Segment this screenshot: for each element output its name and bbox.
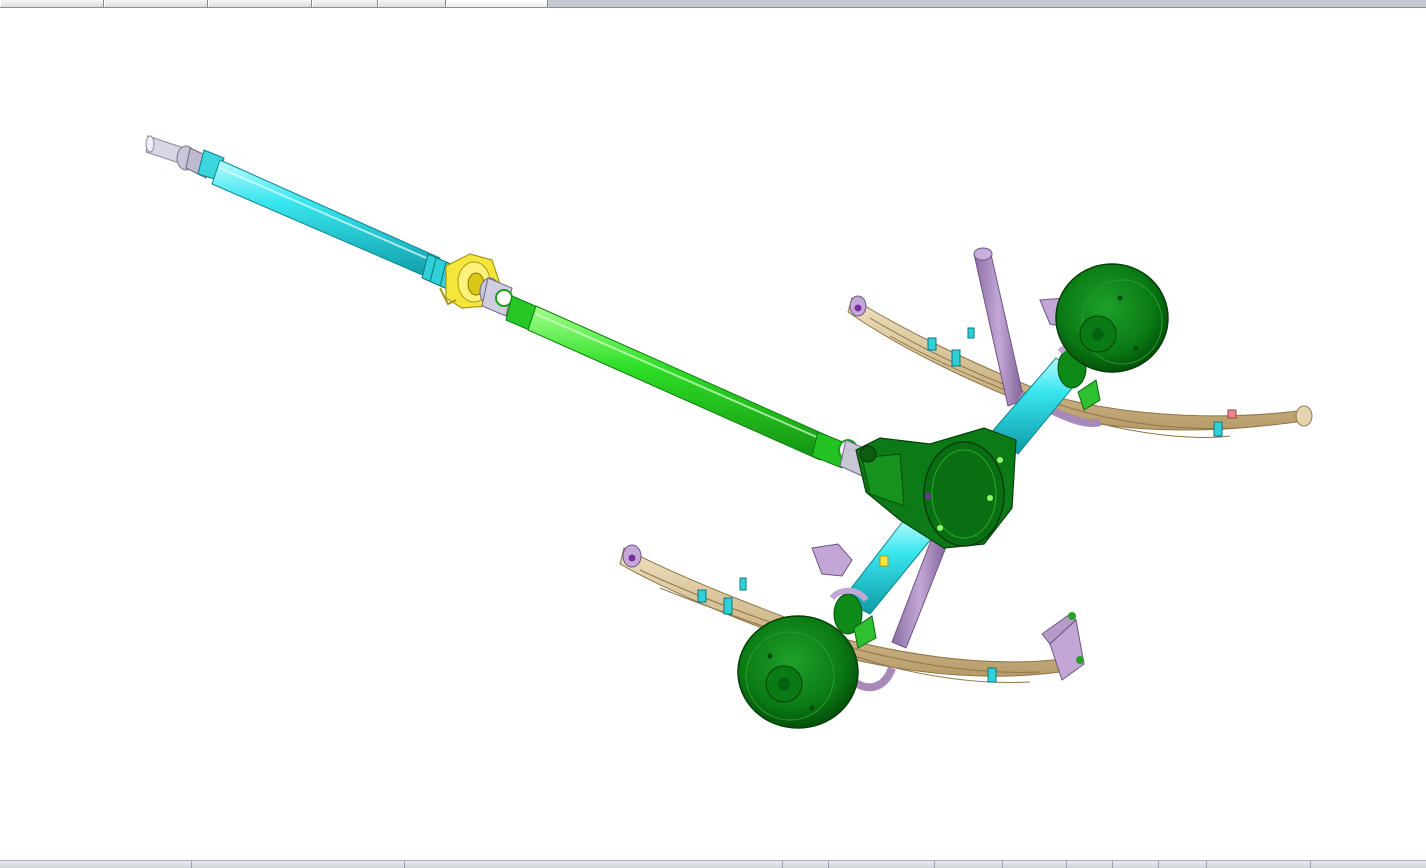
document-tab-3[interactable]	[208, 0, 312, 7]
status-cell-12	[1311, 861, 1426, 868]
front-propeller-shaft[interactable]	[145, 135, 461, 293]
status-cell-6	[935, 861, 1003, 868]
3d-model-viewport[interactable]	[0, 8, 1426, 860]
status-cell-10	[1159, 861, 1207, 868]
document-tab-5[interactable]	[378, 0, 446, 7]
status-cell-4	[783, 861, 829, 868]
cad-application-window	[0, 0, 1426, 868]
status-cell-9	[1113, 861, 1159, 868]
brake-drum-right[interactable]	[1055, 263, 1169, 373]
brake-drum-left[interactable]	[737, 615, 859, 729]
status-cell-11	[1207, 861, 1311, 868]
status-cell-8	[1067, 861, 1113, 868]
document-tab-strip	[0, 0, 1426, 8]
status-cell-2	[192, 861, 405, 868]
rear-axle-driveline-assembly[interactable]	[0, 8, 1426, 860]
rear-propeller-shaft[interactable]	[505, 295, 869, 477]
document-tab-1[interactable]	[0, 0, 104, 7]
status-cell-3	[405, 861, 783, 868]
document-tab-6-active[interactable]	[446, 0, 548, 7]
document-tab-2[interactable]	[104, 0, 208, 7]
status-cell-5	[829, 861, 935, 868]
status-cell-7	[1003, 861, 1067, 868]
bump-stop-left	[811, 543, 853, 577]
middle-universal-joint[interactable]	[479, 277, 513, 317]
differential-housing[interactable]	[855, 427, 1017, 549]
document-tab-4[interactable]	[312, 0, 378, 7]
status-bar	[0, 860, 1426, 868]
status-cell-1	[0, 861, 192, 868]
